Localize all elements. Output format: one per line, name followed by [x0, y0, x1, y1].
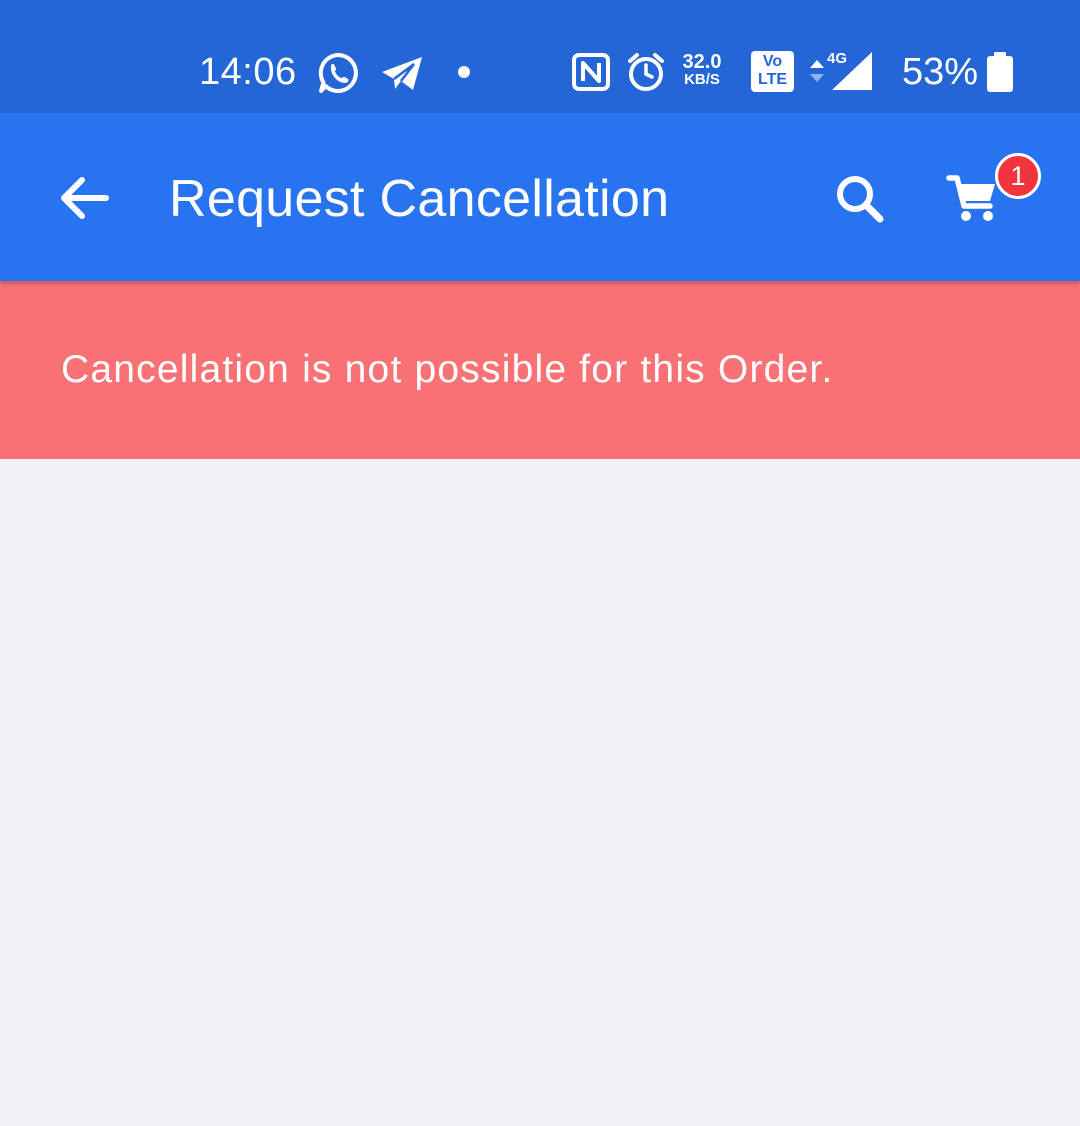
alert-message: Cancellation is not possible for this Or…	[61, 348, 834, 391]
battery-icon	[987, 52, 1013, 92]
cart-count-badge: 1	[995, 153, 1041, 199]
app-bar: Request Cancellation 1	[0, 113, 1080, 281]
volte-bottom-label: LTE	[757, 71, 788, 88]
telegram-icon	[382, 57, 422, 90]
battery-percent: 53%	[902, 51, 979, 93]
signal-icon	[832, 52, 872, 90]
whatsapp-icon	[318, 53, 358, 93]
status-time: 14:06	[199, 51, 297, 93]
network-speed-value: 32.0	[682, 51, 722, 73]
page-title: Request Cancellation	[169, 170, 670, 228]
volte-icon: Vo LTE	[751, 51, 794, 92]
content-area	[0, 459, 1080, 1126]
data-arrows-icon	[810, 60, 824, 82]
alarm-icon	[628, 53, 664, 91]
back-arrow-icon[interactable]	[56, 170, 112, 226]
search-icon[interactable]	[832, 171, 888, 227]
network-speed-unit: KB/S	[684, 71, 720, 88]
notification-dot-icon	[458, 66, 470, 78]
volte-top-label: Vo	[762, 53, 783, 70]
network-speed: 32.0 KB/S	[676, 51, 728, 89]
cart-icon[interactable]	[946, 173, 1000, 223]
status-bar: 14:06 32.0 KB/S Vo LTE 4G 53%	[0, 0, 1080, 113]
nfc-icon	[572, 53, 610, 91]
alert-banner: Cancellation is not possible for this Or…	[0, 281, 1080, 459]
